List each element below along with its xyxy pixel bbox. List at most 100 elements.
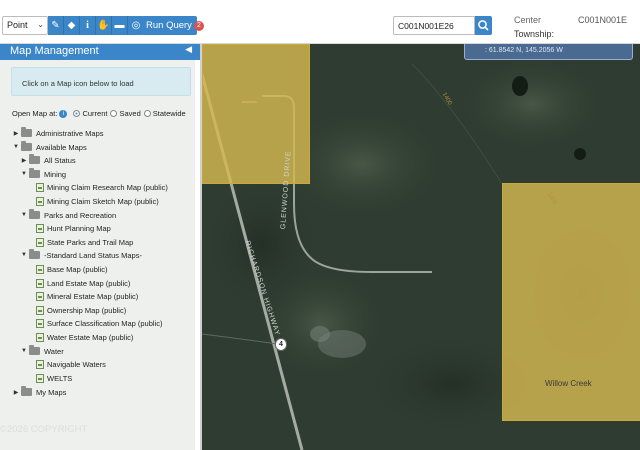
tree-map-state-parks-and-trail[interactable]: State Parks and Trail Map	[36, 236, 133, 248]
tree-label: All Status	[44, 155, 76, 165]
search-icon	[478, 20, 489, 31]
tree-map-surface-classification[interactable]: Surface Classification Map (public)	[36, 317, 162, 329]
radio-saved[interactable]	[110, 110, 118, 117]
load-map-hint: Click on a Map icon below to load	[11, 67, 191, 96]
tree-label: Land Estate Map (public)	[47, 278, 131, 288]
center-label: Center	[514, 15, 542, 25]
run-query-label: Run Query	[146, 20, 192, 31]
map-icon[interactable]	[36, 291, 44, 301]
run-query-button[interactable]: Run Query 2	[142, 16, 204, 35]
open-map-at-label: Open Map at:	[12, 109, 58, 118]
map-icon[interactable]	[36, 278, 44, 288]
tree-folder-mining[interactable]: ▼ Mining	[20, 168, 66, 180]
tool-mode-select[interactable]: Point ⌄	[2, 16, 48, 35]
tree-label: Ownership Map (public)	[47, 305, 127, 315]
tree-folder-available-maps[interactable]: ▼ Available Maps	[12, 141, 87, 153]
collapse-arrow-icon[interactable]: ▼	[20, 212, 28, 218]
radio-statewide-label: Statewide	[152, 109, 186, 118]
map-icon[interactable]	[36, 305, 44, 315]
tree-map-land-estate[interactable]: Land Estate Map (public)	[36, 277, 130, 289]
map-icon[interactable]	[36, 237, 44, 247]
tree-label: Water Estate Map (public)	[47, 332, 134, 342]
tool-button-group: ✎ ◆ i ✋ ▬ ◎	[48, 16, 144, 35]
expand-arrow-icon[interactable]: ▶	[20, 157, 28, 164]
location-search-input[interactable]: C001N001E26	[393, 16, 475, 35]
map-icon[interactable]	[36, 182, 44, 192]
radio-current[interactable]	[73, 110, 81, 117]
pencil-icon: ✎	[51, 20, 60, 31]
tree-map-hunt-planning[interactable]: Hunt Planning Map	[36, 222, 111, 234]
tree-map-water-estate[interactable]: Water Estate Map (public)	[36, 331, 133, 343]
panel-title: Map Management	[10, 45, 99, 57]
tree-map-base-map[interactable]: Base Map (public)	[36, 263, 107, 275]
copyright-watermark: ©2026 COPYRIGHT	[0, 424, 88, 435]
tree-label: Water	[44, 346, 64, 356]
map-icon[interactable]	[36, 359, 44, 369]
info-tool-button[interactable]: i	[80, 16, 96, 35]
tree-folder-all-status[interactable]: ▶ All Status	[20, 154, 76, 166]
map-icon[interactable]	[36, 332, 44, 342]
tree-label: Hunt Planning Map	[47, 223, 111, 233]
collapse-arrow-icon[interactable]: ▼	[12, 144, 20, 150]
folder-icon	[29, 154, 40, 164]
tree-folder-administrative-maps[interactable]: ▶ Administrative Maps	[12, 127, 104, 139]
parcel-zone-northwest[interactable]	[202, 44, 310, 184]
tree-label: Mining Claim Sketch Map (public)	[47, 196, 159, 206]
tree-label: My Maps	[36, 387, 67, 397]
tree-label: Mineral Estate Map (public)	[47, 291, 139, 301]
tree-label: Base Map (public)	[47, 264, 108, 274]
map-icon[interactable]	[36, 264, 44, 274]
chevron-down-icon: ⌄	[37, 20, 44, 29]
pan-tool-button[interactable]: ✋	[96, 16, 112, 35]
query-count-badge: 2	[193, 21, 204, 31]
tree-map-navigable-waters[interactable]: Navigable Waters	[36, 358, 106, 370]
tree-label: Administrative Maps	[36, 128, 104, 138]
township-label: Township:	[514, 29, 555, 39]
tree-map-welts[interactable]: WELTS	[36, 372, 72, 384]
info-icon[interactable]: i	[59, 109, 68, 118]
panel-body: Click on a Map icon below to load Open M…	[0, 60, 195, 450]
erase-tool-button[interactable]: ◆	[64, 16, 80, 35]
map-management-panel: Map Management ◀ Click on a Map icon bel…	[0, 44, 202, 450]
draw-tool-button[interactable]: ✎	[48, 16, 64, 35]
folder-icon	[29, 168, 40, 178]
map-icon[interactable]	[36, 223, 44, 233]
tree-label: Navigable Waters	[47, 359, 106, 369]
coordinate-readout: : 61.8542 N, 145.2056 W	[464, 44, 633, 60]
folder-icon	[29, 209, 40, 219]
map-icon[interactable]	[36, 318, 44, 328]
collapse-arrow-icon[interactable]: ▼	[20, 171, 28, 177]
tree-map-mineral-estate[interactable]: Mineral Estate Map (public)	[36, 290, 138, 302]
folder-icon	[29, 249, 40, 259]
map-viewport[interactable]: : 61.8542 N, 145.2056 W RICHARDSON HIGHW…	[202, 44, 640, 450]
radio-current-label: Current	[82, 109, 108, 118]
tree-folder-standard-land-status[interactable]: ▼ -Standard Land Status Maps-	[20, 249, 142, 261]
tree-map-mining-claim-research[interactable]: Mining Claim Research Map (public)	[36, 181, 168, 193]
info-icon: i	[86, 20, 89, 31]
tree-folder-water[interactable]: ▼ Water	[20, 345, 64, 357]
collapse-panel-icon[interactable]: ◀	[185, 44, 192, 55]
tree-map-ownership[interactable]: Ownership Map (public)	[36, 304, 126, 316]
open-map-at-row: Open Map at: i Current Saved Statewide	[12, 109, 186, 118]
search-button[interactable]	[475, 16, 492, 35]
tree-label: Available Maps	[36, 142, 87, 152]
map-icon[interactable]	[36, 373, 44, 383]
radio-saved-label: Saved	[119, 109, 141, 118]
collapse-arrow-icon[interactable]: ▼	[20, 252, 28, 258]
tree-map-mining-claim-sketch[interactable]: Mining Claim Sketch Map (public)	[36, 195, 159, 207]
measure-tool-button[interactable]: ▬	[112, 16, 128, 35]
folder-icon	[21, 141, 32, 151]
expand-arrow-icon[interactable]: ▶	[12, 389, 20, 396]
expand-arrow-icon[interactable]: ▶	[12, 130, 20, 137]
map-icon[interactable]	[36, 196, 44, 206]
collapse-arrow-icon[interactable]: ▼	[20, 348, 28, 354]
tree-label: Surface Classification Map (public)	[47, 318, 163, 328]
ruler-icon: ▬	[114, 20, 125, 31]
tool-mode-value: Point	[7, 20, 28, 30]
radio-statewide[interactable]	[143, 110, 151, 117]
tree-folder-my-maps[interactable]: ▶ My Maps	[12, 386, 66, 398]
center-value: C001N001E	[578, 15, 628, 25]
tree-label: Mining Claim Research Map (public)	[47, 182, 168, 192]
hand-icon: ✋	[97, 20, 110, 31]
tree-folder-parks-and-recreation[interactable]: ▼ Parks and Recreation	[20, 209, 116, 221]
